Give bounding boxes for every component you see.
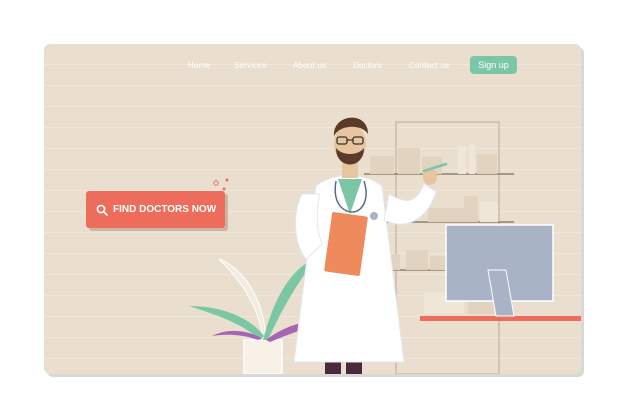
doctor-illustration	[293, 117, 448, 374]
landing-page-window: Home Services About us Doctors Contact u…	[44, 44, 581, 374]
